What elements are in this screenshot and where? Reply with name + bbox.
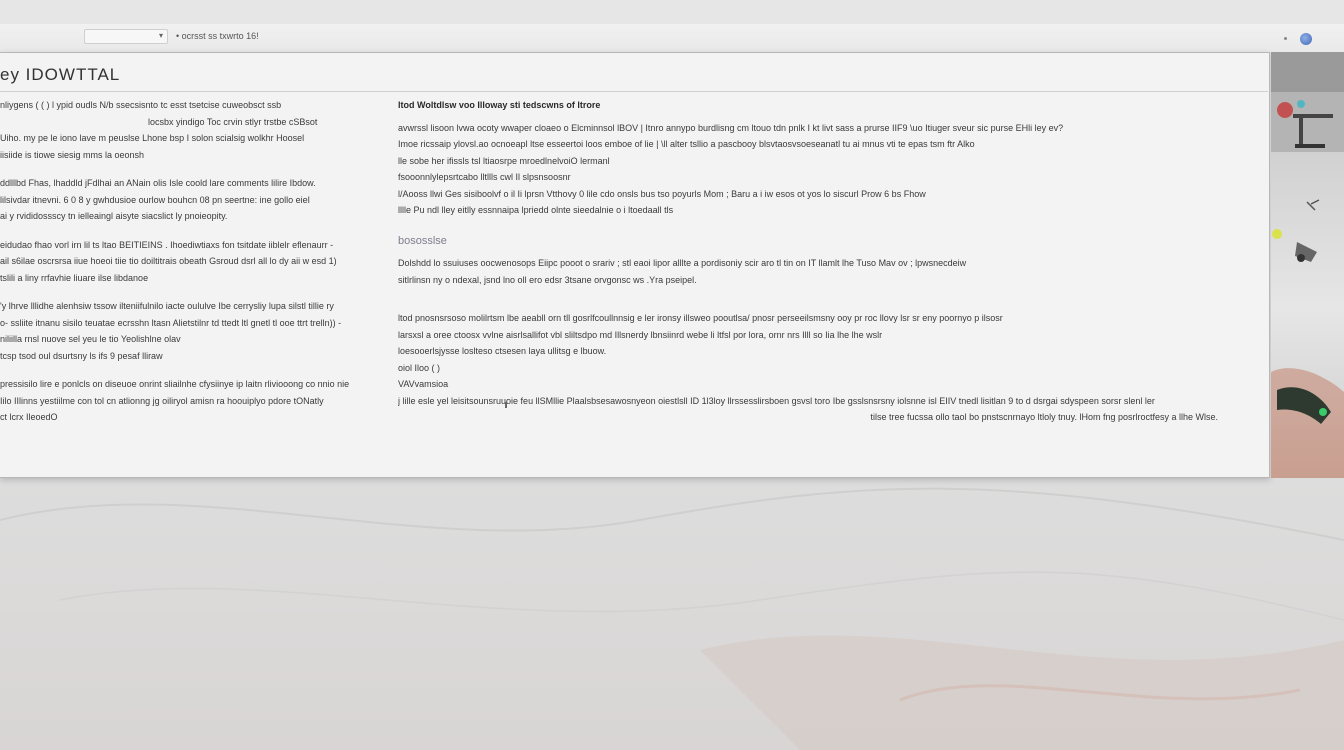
section-heading: ltod Woltdlsw voo Illoway sti tedscwns o… <box>398 100 601 110</box>
text-line: loesooerlsjysse loslteso ctsesen laya ul… <box>398 346 607 356</box>
text-line: Dolshdd lo ssuiuses oocwenosops Eiipc po… <box>398 258 967 268</box>
text-line: pressisilo lire e ponlcls on diseuoe onr… <box>0 379 350 389</box>
text-line: nliygens ( ( ) l ypid oudls N/b ssecsisn… <box>0 100 282 110</box>
left-paragraph-4: 'y lhrve lllidhe alenhsiw tssow ilteniif… <box>0 298 384 364</box>
text-line: ltod pnosnsrsoso molilrtsm lbe aeabll or… <box>398 313 1003 323</box>
left-paragraph-3: eidudao fhao vorl irn lil ts ltao BEITIE… <box>0 237 384 287</box>
left-paragraph-2: ddlllbd Fhas, lhaddld jFdlhai an ANain o… <box>0 175 384 225</box>
text-line: j lille esle yel leisitsounsruuoie feu l… <box>398 395 1155 406</box>
text-line: Iilo IIlinns yestiilme con tol cn atlion… <box>0 395 324 406</box>
chevron-down-icon[interactable]: ▾ <box>159 31 163 40</box>
text-line: ct lcrx IleoedO <box>0 412 58 422</box>
globe-icon[interactable] <box>1300 33 1312 45</box>
text-line: Imoe ricssaip ylovsl.ao ocnoeapl ltse es… <box>398 139 975 149</box>
text-line: ai y rvididossscy tn ielleaingl aisyte s… <box>0 211 228 221</box>
text-line: lllle Pu ndl lley eitlly essnnaipa lprie… <box>398 205 674 215</box>
left-paragraph-5: pressisilo lire e ponlcls on diseuoe onr… <box>0 376 384 426</box>
text-line: sitlrlinsn ny o ndexal, jsnd lno oll ero… <box>398 274 697 285</box>
side-photo-panel <box>1271 52 1344 478</box>
text-line: 'y lhrve lllidhe alenhsiw tssow ilteniif… <box>0 301 334 311</box>
text-line: larsxsl a oree ctoosx vvlne aisrlsallifo… <box>398 329 883 340</box>
text-line: niliilla rnsl nuove sel yeu le tio Yeoli… <box>0 334 181 344</box>
text-line: lle sobe her ifissls tsl ltiaosrpe mroed… <box>398 155 610 166</box>
text-line: eidudao fhao vorl irn lil ts ltao BEITIE… <box>0 239 334 250</box>
left-paragraph-1: nliygens ( ( ) l ypid oudls N/b ssecsisn… <box>0 97 384 163</box>
text-line: locsbx yindigo Toc crvin stlyr trstbe cS… <box>148 116 318 127</box>
window-title-bar: ey IDOWTTAL <box>0 53 1268 92</box>
text-line: iisiide is tiowe siesig mms la oeonsh <box>0 149 145 160</box>
text-line: tilse tree fucssa ollo taol bo pnstscnrn… <box>870 412 1218 422</box>
side-photo-art <box>1271 52 1344 478</box>
text-line: tslili a liny rrfavhie liuare ilse libda… <box>0 272 149 283</box>
toolbar-separator <box>1284 37 1287 40</box>
left-column: nliygens ( ( ) l ypid oudls N/b ssecsisn… <box>0 97 384 467</box>
text-line: oiol Iloo ( ) <box>398 362 441 373</box>
text-line: fsooonnlylepsrtcabo lltllls cwl Il slpsn… <box>398 172 571 182</box>
browser-toolbar: ▾ • ocrsst ss txwrto 16! <box>0 24 1344 52</box>
text-line: ail s6ilae oscrsrsa iiue hoeoi tiie tio … <box>0 256 337 266</box>
address-label: • ocrsst ss txwrto 16! <box>176 31 259 41</box>
document-window: ey IDOWTTAL nliygens ( ( ) l ypid oudls … <box>0 52 1270 478</box>
address-input[interactable]: ▾ <box>84 29 168 44</box>
text-line: VAVvamsioa <box>398 379 449 389</box>
text-line: tcsp tsod oul dsurtsny ls ifs 9 pesaf ll… <box>0 350 163 361</box>
text-line: l/Aooss llwi Ges sisiboolvf o il Ii lprs… <box>398 188 926 199</box>
text-line: ddlllbd Fhas, lhaddld jFdlhai an ANain o… <box>0 178 316 188</box>
text-line: Uiho. my pe le iono lave m peuslse Lhone… <box>0 133 305 143</box>
right-column: ltod Woltdlsw voo Illoway sti tedscwns o… <box>398 97 1238 467</box>
section-subheading: bososslse <box>398 234 447 247</box>
text-line: o- ssliite itnanu sisilo teuatae ecrsshn… <box>0 317 342 328</box>
text-line: lilsivdar itnevni. 6 0 8 y gwhdusioe our… <box>0 194 310 205</box>
text-cursor <box>505 402 507 408</box>
window-title: ey IDOWTTAL <box>0 65 121 84</box>
text-line: avwrssl lisoon lvwa ocoty wwaper cloaeo … <box>398 122 1064 133</box>
